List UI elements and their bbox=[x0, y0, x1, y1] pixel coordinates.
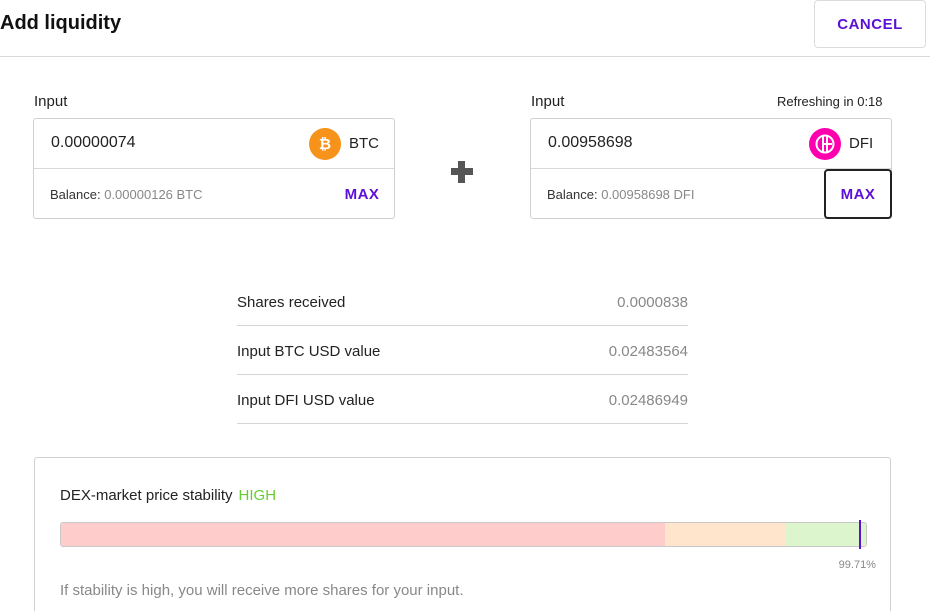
svg-text:₿: ₿ bbox=[319, 135, 331, 153]
btc-balance: Balance: 0.00000126 BTC bbox=[50, 187, 203, 202]
dfi-token-symbol: DFI bbox=[849, 135, 874, 152]
balance-label: Balance: bbox=[547, 187, 598, 202]
dfi-max-button[interactable]: MAX bbox=[824, 169, 892, 219]
stability-level: HIGH bbox=[238, 487, 277, 504]
stability-segment-high bbox=[785, 523, 866, 546]
stability-bar bbox=[60, 522, 867, 547]
dfi-amount-value[interactable]: 0.00958698 bbox=[548, 134, 633, 152]
bitcoin-icon: ₿ bbox=[309, 128, 341, 160]
balance-value: 0.00958698 DFI bbox=[601, 187, 695, 202]
stability-segment-medium bbox=[664, 523, 786, 546]
refresh-countdown: Refreshing in 0:18 bbox=[777, 94, 883, 109]
summary-value: 0.02486949 bbox=[608, 392, 688, 409]
summary-row: Shares received 0.0000838 bbox=[237, 277, 688, 326]
dialog-header: Add liquidity CANCEL bbox=[0, 0, 930, 57]
right-input-label: Input bbox=[531, 93, 565, 110]
cancel-button[interactable]: CANCEL bbox=[814, 0, 926, 48]
summary-row: Input DFI USD value 0.02486949 bbox=[237, 375, 688, 424]
summary-label: Input DFI USD value bbox=[237, 392, 375, 409]
stability-marker bbox=[858, 520, 861, 549]
plus-icon bbox=[451, 161, 473, 183]
stability-label: DEX-market price stability bbox=[60, 487, 233, 504]
dfi-balance: Balance: 0.00958698 DFI bbox=[547, 187, 694, 202]
btc-amount-field[interactable]: 0.00000074 ₿ BTC bbox=[34, 119, 394, 169]
balance-label: Balance: bbox=[50, 187, 101, 202]
btc-input-panel: 0.00000074 ₿ BTC Balance: 0.00000126 BTC… bbox=[33, 118, 395, 219]
btc-max-button[interactable]: MAX bbox=[334, 177, 390, 211]
page-title: Add liquidity bbox=[0, 12, 122, 34]
stability-title: DEX-market price stability HIGH bbox=[60, 487, 276, 504]
dfi-input-panel: 0.00958698 DFI Balance: 0.00958698 DFI M… bbox=[530, 118, 892, 219]
stability-segment-low bbox=[61, 523, 665, 546]
summary-table: Shares received 0.0000838 Input BTC USD … bbox=[237, 277, 688, 424]
dfi-amount-field[interactable]: 0.00958698 DFI bbox=[531, 119, 891, 169]
summary-label: Shares received bbox=[237, 294, 346, 311]
btc-amount-value[interactable]: 0.00000074 bbox=[51, 134, 136, 152]
stability-note: If stability is high, you will receive m… bbox=[60, 582, 464, 599]
left-input-label: Input bbox=[34, 93, 68, 110]
btc-token-symbol: BTC bbox=[349, 135, 379, 152]
balance-value: 0.00000126 BTC bbox=[104, 187, 203, 202]
stability-percent: 99.71% bbox=[838, 559, 876, 571]
summary-value: 0.02483564 bbox=[608, 343, 688, 360]
summary-value: 0.0000838 bbox=[617, 294, 688, 311]
defichain-icon bbox=[809, 128, 841, 160]
summary-row: Input BTC USD value 0.02483564 bbox=[237, 326, 688, 375]
price-stability-panel: DEX-market price stability HIGH 99.71% If… bbox=[34, 457, 891, 611]
summary-label: Input BTC USD value bbox=[237, 343, 381, 360]
